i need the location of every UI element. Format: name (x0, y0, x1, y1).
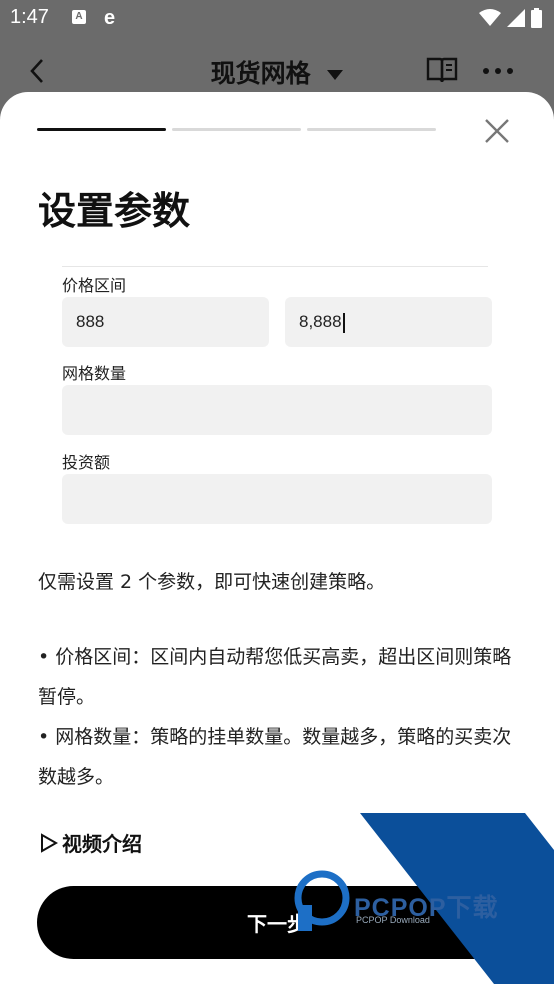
signal-icon (507, 9, 525, 27)
browser-app-icon: e (104, 7, 116, 29)
form-divider (62, 266, 488, 267)
progress-step-1 (37, 128, 166, 131)
sheet-title: 设置参数 (38, 189, 191, 233)
price-low-value: 888 (76, 312, 105, 331)
wifi-icon (479, 9, 501, 26)
header-title-text: 现货网格 (210, 59, 311, 88)
status-icons (479, 8, 542, 28)
video-intro-label: 视频介绍 (62, 832, 142, 856)
step-progress (37, 128, 436, 131)
price-high-value: 8,888 (299, 312, 342, 331)
grid-count-input[interactable] (62, 385, 492, 435)
next-button-label: 下一步 (247, 912, 307, 936)
header-title[interactable]: 现货网格 (0, 54, 554, 90)
param-form: 价格区间 888 8,888 网格数量 投资额 (62, 266, 492, 524)
grid-count-label: 网格数量 (62, 364, 127, 383)
bullet-grid-count: • 网格数量：策略的挂单数量。数量越多，策略的买卖次数越多。 (38, 726, 512, 788)
investment-input[interactable] (62, 474, 492, 524)
book-icon[interactable] (426, 56, 458, 84)
price-high-input[interactable]: 8,888 (285, 297, 492, 347)
setup-sheet: 设置参数 价格区间 888 8,888 网格数量 投资额 仅需设置 2 个参数，… (0, 92, 554, 984)
battery-icon (531, 8, 542, 28)
price-low-input[interactable]: 888 (62, 297, 269, 347)
caret-down-icon (327, 70, 344, 80)
status-bar: 1:47 A e (0, 0, 554, 36)
font-app-icon: A (72, 10, 86, 24)
bullet-price-range: • 价格区间：区间内自动帮您低买高卖，超出区间则策略暂停。 (38, 646, 512, 708)
progress-step-3 (307, 128, 436, 131)
investment-label: 投资额 (62, 453, 111, 472)
progress-step-2 (172, 128, 301, 131)
next-button[interactable]: 下一步 (37, 886, 517, 959)
play-icon (41, 832, 58, 853)
description-text: 仅需设置 2 个参数，即可快速创建策略。 (38, 571, 386, 593)
status-time: 1:47 (10, 6, 49, 28)
price-range-label: 价格区间 (62, 276, 127, 295)
close-icon[interactable] (484, 118, 510, 144)
more-icon[interactable] (483, 68, 513, 74)
text-cursor (342, 312, 345, 333)
video-intro-link[interactable]: 视频介绍 (40, 828, 142, 857)
